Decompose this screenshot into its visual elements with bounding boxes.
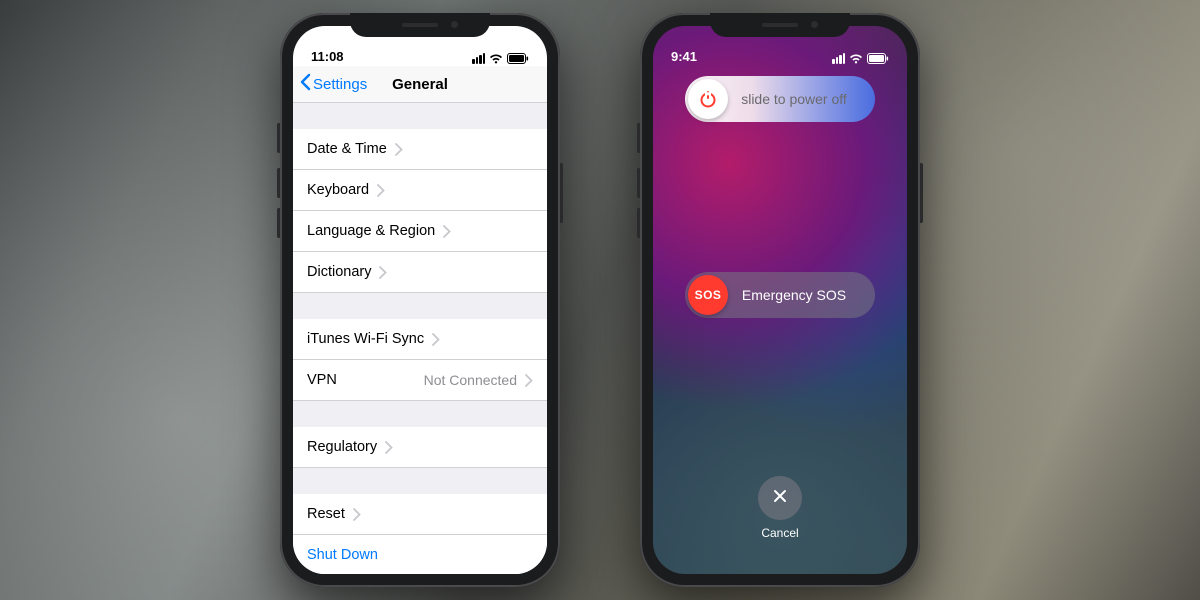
cancel-button[interactable] [758, 476, 802, 520]
power-off-overlay: slide to power off SOS Emergency SOS Can… [653, 26, 907, 574]
battery-icon [507, 53, 529, 64]
sos-slider[interactable]: SOS Emergency SOS [685, 272, 875, 318]
chevron-right-icon [443, 225, 451, 238]
row-label: Date & Time [307, 141, 387, 157]
row-label: Dictionary [307, 264, 371, 280]
status-right [472, 53, 529, 64]
chevron-right-icon [353, 508, 361, 521]
status-time: 11:08 [311, 49, 344, 64]
row-label: VPN [307, 372, 337, 388]
power-off-slider[interactable]: slide to power off [685, 76, 875, 122]
cancel-label: Cancel [761, 526, 798, 540]
close-icon [772, 488, 788, 509]
back-label: Settings [313, 76, 367, 93]
row-language-region[interactable]: Language & Region [293, 211, 547, 252]
phone-frame-left: 11:08 Settings [280, 13, 560, 587]
chevron-right-icon [377, 184, 385, 197]
row-regulatory[interactable]: Regulatory [293, 427, 547, 468]
screen-power-off: 9:41 [653, 26, 907, 574]
row-dictionary[interactable]: Dictionary [293, 252, 547, 293]
chevron-left-icon [299, 73, 311, 95]
chevron-right-icon [385, 441, 393, 454]
settings-list[interactable]: Date & Time Keyboard Language & Region D… [293, 103, 547, 574]
power-slider-label: slide to power off [731, 91, 875, 107]
sos-knob-label: SOS [695, 288, 722, 302]
row-label: iTunes Wi-Fi Sync [307, 331, 424, 347]
chevron-right-icon [395, 143, 403, 156]
cancel-group: Cancel [653, 476, 907, 540]
power-icon [698, 89, 718, 109]
row-label: Regulatory [307, 439, 377, 455]
row-shut-down[interactable]: Shut Down [293, 535, 547, 574]
chevron-right-icon [379, 266, 387, 279]
row-value: Not Connected [424, 372, 517, 388]
row-label: Language & Region [307, 223, 435, 239]
sos-slider-label: Emergency SOS [731, 287, 875, 303]
nav-bar: Settings General [293, 66, 547, 103]
row-keyboard[interactable]: Keyboard [293, 170, 547, 211]
row-date-time[interactable]: Date & Time [293, 129, 547, 170]
notch [710, 13, 850, 37]
screen-settings: 11:08 Settings [293, 26, 547, 574]
power-knob[interactable] [688, 79, 728, 119]
row-itunes-wifi-sync[interactable]: iTunes Wi-Fi Sync [293, 319, 547, 360]
row-label: Reset [307, 506, 345, 522]
row-label: Shut Down [307, 547, 378, 563]
wifi-icon [489, 53, 503, 64]
row-reset[interactable]: Reset [293, 494, 547, 535]
back-button[interactable]: Settings [293, 73, 367, 95]
notch [350, 13, 490, 37]
row-vpn[interactable]: VPN Not Connected [293, 360, 547, 401]
signal-icon [472, 53, 485, 64]
phone-frame-right: 9:41 [640, 13, 920, 587]
sos-knob[interactable]: SOS [688, 275, 728, 315]
stage-background: 11:08 Settings [0, 0, 1200, 600]
chevron-right-icon [525, 374, 533, 387]
chevron-right-icon [432, 333, 440, 346]
row-label: Keyboard [307, 182, 369, 198]
